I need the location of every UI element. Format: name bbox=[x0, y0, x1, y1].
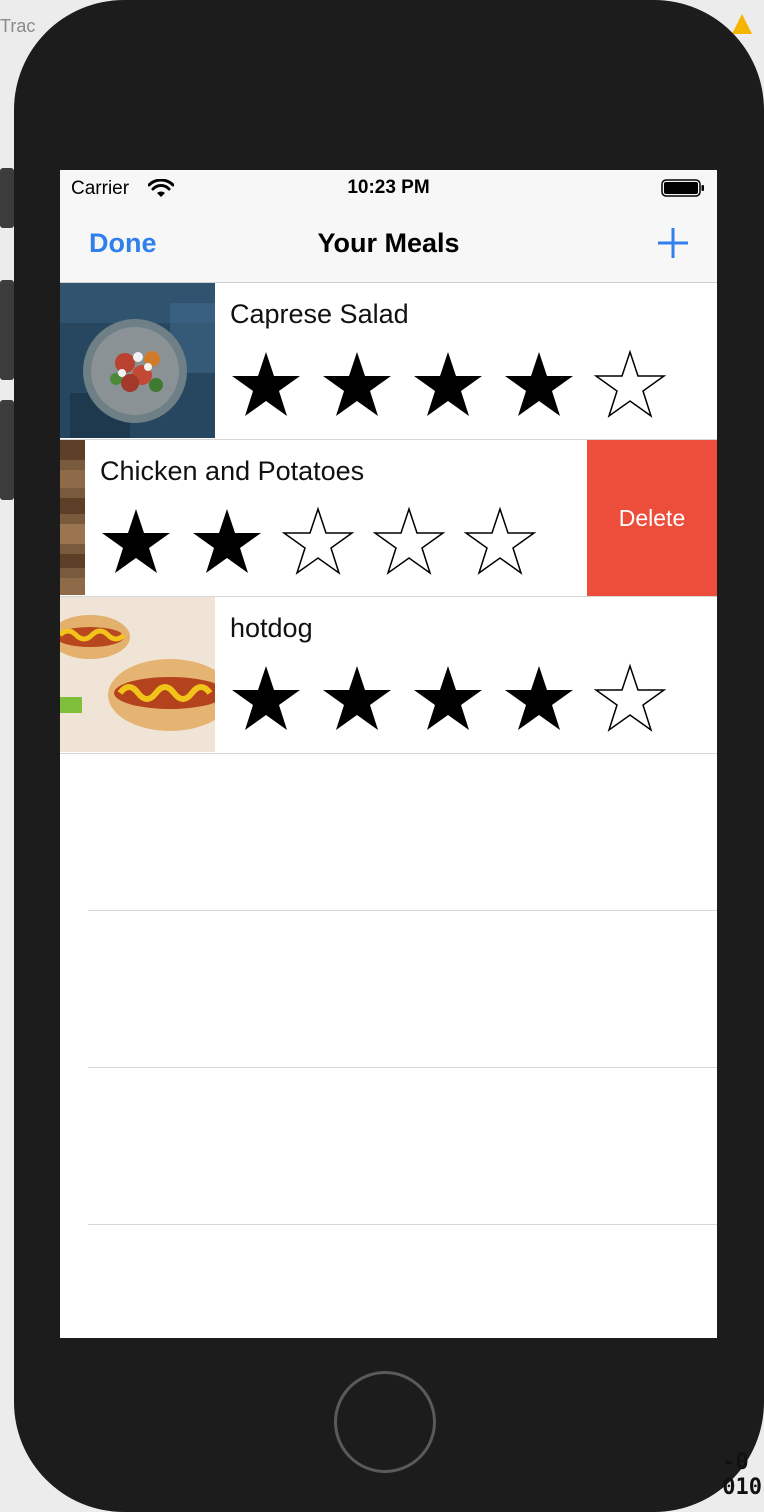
star-filled-icon[interactable] bbox=[412, 663, 484, 735]
xcode-side-bar bbox=[0, 400, 14, 500]
star-filled-icon[interactable] bbox=[503, 349, 575, 421]
rating-control[interactable] bbox=[230, 349, 666, 421]
star-empty-icon[interactable] bbox=[282, 506, 354, 578]
status-time: 10:23 PM bbox=[347, 177, 430, 198]
empty-table-row bbox=[60, 754, 717, 911]
delete-button[interactable]: Delete bbox=[587, 440, 717, 596]
star-filled-icon[interactable] bbox=[191, 506, 263, 578]
meal-name: Chicken and Potatoes bbox=[100, 456, 365, 486]
star-empty-icon[interactable] bbox=[594, 663, 666, 735]
page-title: Your Meals bbox=[317, 228, 460, 258]
star-filled-icon[interactable] bbox=[230, 349, 302, 421]
xcode-code-fragment: -0 010 bbox=[722, 1450, 762, 1500]
star-filled-icon[interactable] bbox=[230, 663, 302, 735]
code-fragment-text: -0 010 bbox=[722, 1450, 762, 1500]
rating-control[interactable] bbox=[230, 663, 666, 735]
empty-table-row bbox=[60, 1068, 717, 1225]
table-row[interactable]: Caprese Salad bbox=[60, 283, 717, 440]
battery-icon bbox=[661, 179, 704, 197]
row-content: Caprese Salad bbox=[60, 283, 717, 439]
table-row[interactable]: Chicken and Potatoes Delete bbox=[60, 440, 717, 597]
star-empty-icon[interactable] bbox=[373, 506, 445, 578]
meal-table: Caprese Salad Chicken and Potatoes Delet… bbox=[60, 283, 717, 1225]
star-empty-icon[interactable] bbox=[594, 349, 666, 421]
row-content: hotdog bbox=[60, 597, 717, 753]
star-filled-icon[interactable] bbox=[412, 349, 484, 421]
table-row[interactable]: hotdog bbox=[60, 597, 717, 754]
meal-name: Caprese Salad bbox=[230, 299, 409, 329]
empty-table-row bbox=[60, 911, 717, 1068]
home-button[interactable] bbox=[334, 1371, 436, 1473]
chicken-potatoes-photo bbox=[60, 440, 85, 595]
rating-control[interactable] bbox=[100, 506, 536, 578]
star-filled-icon[interactable] bbox=[503, 663, 575, 735]
star-empty-icon[interactable] bbox=[464, 506, 536, 578]
row-content: Chicken and Potatoes bbox=[60, 440, 587, 596]
status-bar: Carrier 10:23 PM bbox=[60, 170, 717, 210]
star-filled-icon[interactable] bbox=[321, 349, 393, 421]
xcode-background-label: Trac bbox=[0, 16, 36, 36]
xcode-side-bar bbox=[0, 280, 14, 380]
caprese-salad-photo bbox=[60, 283, 215, 438]
plus-icon[interactable] bbox=[656, 226, 690, 260]
meal-name: hotdog bbox=[230, 613, 313, 643]
app-screen: Carrier 10:23 PM Done Your Meals Caprese… bbox=[60, 170, 717, 1338]
warning-icon bbox=[732, 14, 752, 34]
row-separator bbox=[88, 1224, 717, 1225]
navigation-bar: Done Your Meals bbox=[60, 210, 717, 283]
xcode-side-bar bbox=[0, 168, 14, 228]
star-filled-icon[interactable] bbox=[100, 506, 172, 578]
hotdog-photo bbox=[60, 597, 215, 752]
star-filled-icon[interactable] bbox=[321, 663, 393, 735]
